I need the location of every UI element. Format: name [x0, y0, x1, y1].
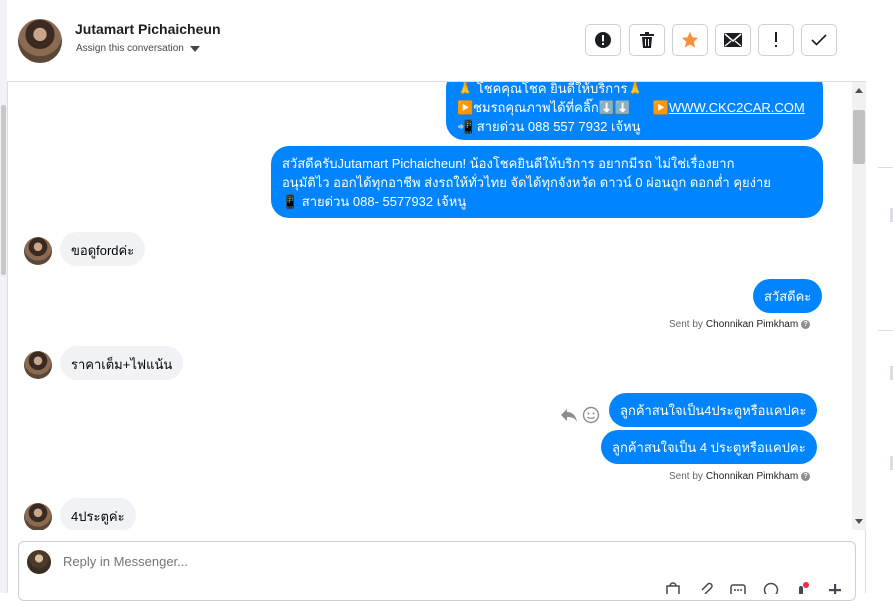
outgoing-message[interactable]: สวัสดีครับJutamart Pichaicheun! น้องโชคย…: [271, 146, 823, 218]
follow-up-button[interactable]: [758, 24, 794, 56]
incoming-message[interactable]: ราคาเต็ม+ไฟแน้น: [60, 346, 184, 380]
page-avatar: [27, 550, 51, 574]
sent-by-prefix: Sent by: [669, 471, 703, 482]
scroll-down-arrow-icon[interactable]: [855, 519, 863, 524]
right-side-strip: [866, 0, 893, 593]
caret-down-icon: [189, 45, 200, 52]
outgoing-message[interactable]: ลูกค้าสนใจเป็น 4 ประตูหรือแคปคะ: [601, 430, 817, 464]
outgoing-message[interactable]: สวัสดีคะ: [753, 279, 823, 313]
star-icon: [681, 31, 699, 48]
mail-icon: [724, 33, 742, 47]
divider: [878, 167, 893, 168]
message-text: ▶️ชมรถคุณภาพได้ที่คลิ๊ก⬇️⬇️: [457, 100, 632, 115]
conversation-header: Jutamart Pichaicheun Assign this convers…: [7, 0, 866, 82]
shopping-bag-icon[interactable]: [665, 582, 681, 594]
thread-scrollbar[interactable]: [852, 82, 866, 530]
saved-reply-icon[interactable]: [730, 582, 746, 594]
help-icon[interactable]: ?: [801, 472, 811, 481]
assign-label: Assign this conversation: [76, 43, 184, 54]
reply-composer: [18, 541, 856, 601]
outgoing-message[interactable]: ลูกค้าสนใจเป็น4ประตูหรือแคปคะ: [609, 393, 818, 427]
sender-name: Chonnikan Pimkham: [705, 471, 799, 482]
website-link[interactable]: WWW.CKC2CAR.COM: [669, 100, 805, 115]
smiley-icon[interactable]: [582, 406, 600, 424]
play-icon: ▶️: [652, 100, 669, 115]
left-scrollbar-thumb[interactable]: [1, 105, 6, 275]
incoming-message[interactable]: ขอดูfordค่ะ: [60, 232, 146, 266]
emoji-icon[interactable]: [763, 582, 779, 594]
assign-conversation-dropdown[interactable]: Assign this conversation: [76, 43, 200, 54]
alert-icon: [595, 32, 611, 48]
scrollbar-thumb[interactable]: [853, 110, 865, 164]
outgoing-message[interactable]: 🙏 โชคคุณโชค ยินดีให้บริการ🙏 ▶️ชมรถคุณภาพ…: [446, 82, 823, 140]
spam-button[interactable]: [585, 24, 621, 56]
reply-input[interactable]: [63, 554, 563, 569]
contact-avatar-small: [24, 237, 52, 265]
check-icon: [811, 34, 827, 46]
message-line: 📱 สายด่วน 088- 5577932 เจ้หนู: [282, 194, 467, 209]
attachment-icon[interactable]: [699, 582, 715, 594]
message-line: สวัสดีครับJutamart Pichaicheun! น้องโชคย…: [282, 156, 735, 171]
sent-by-label: Sent by Chonnikan Pimkham ?: [669, 319, 811, 330]
plus-icon[interactable]: [827, 582, 843, 594]
help-icon[interactable]: ?: [801, 320, 811, 329]
delete-button[interactable]: [629, 24, 665, 56]
scroll-up-arrow-icon[interactable]: [855, 88, 863, 93]
contact-avatar-small: [24, 503, 52, 530]
message-thread[interactable]: 🙏 โชคคุณโชค ยินดีให้บริการ🙏 ▶️ชมรถคุณภาพ…: [7, 82, 852, 530]
star-button[interactable]: [672, 24, 708, 56]
sender-name: Chonnikan Pimkham: [705, 319, 799, 330]
mark-done-button[interactable]: [801, 24, 837, 56]
message-line: ▶️ชมรถคุณภาพได้ที่คลิ๊ก⬇️⬇️ ▶️WWW.CKC2CA…: [457, 98, 812, 117]
contact-avatar[interactable]: [18, 19, 62, 63]
divider: [878, 330, 893, 331]
left-scroll-strip: [0, 0, 7, 593]
reply-icon[interactable]: [560, 407, 578, 423]
incoming-message[interactable]: 4ประตูค่ะ: [60, 498, 136, 530]
contact-avatar-small: [24, 351, 52, 379]
exclamation-icon: [775, 32, 777, 47]
trash-icon: [640, 32, 654, 48]
microphone-icon[interactable]: [793, 582, 809, 594]
contact-name[interactable]: Jutamart Pichaicheun: [75, 21, 221, 37]
message-line: อนุมัติไว ออกได้ทุกอาชีพ ส่งรถให้ทั่วไทย…: [282, 175, 771, 190]
sent-by-label: Sent by Chonnikan Pimkham ?: [669, 471, 811, 482]
sent-by-prefix: Sent by: [669, 319, 703, 330]
message-line: 🙏 โชคคุณโชค ยินดีให้บริการ🙏: [457, 82, 644, 96]
message-line: 📲 สายด่วน 088 557 7932 เจ้หนู: [457, 119, 641, 134]
mark-unread-button[interactable]: [715, 24, 751, 56]
